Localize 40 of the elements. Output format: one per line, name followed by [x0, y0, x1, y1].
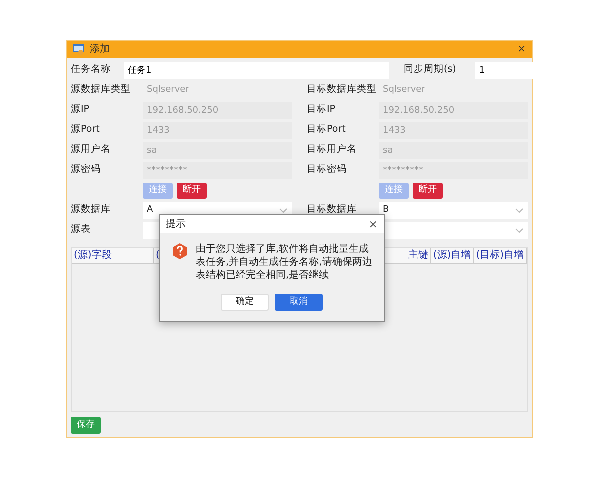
app-icon [73, 44, 84, 55]
dialog-title: 提示 [166, 218, 186, 232]
disconnect-button[interactable]: 断开 [177, 182, 207, 198]
field-label: 源用户名 [71, 143, 112, 158]
chevron-icon [279, 208, 288, 214]
disconnect-button[interactable]: 断开 [413, 182, 443, 198]
chevron-icon [515, 208, 524, 214]
field-value: Sqlserver [146, 84, 190, 97]
field-value: Sqlserver [382, 84, 426, 97]
field-label: 同步周期(s) [404, 63, 458, 78]
confirm-button[interactable]: 确定 [221, 294, 269, 311]
field-label: 源密码 [71, 163, 102, 178]
field-label: 目标数据库类型 [307, 83, 378, 98]
column-header: (目标)自增 [474, 248, 527, 263]
field-label: 目标Port [307, 123, 347, 138]
column-header: 主键 [406, 248, 432, 263]
field-label: 源表 [71, 223, 92, 238]
field-label: 任务名称 [71, 63, 109, 78]
field-label: 源IP [71, 103, 91, 118]
column-header: (源)字段 [72, 248, 154, 263]
window-title: 添加 [90, 42, 110, 57]
dropdown-field[interactable]: B [379, 202, 528, 219]
field-value: B [383, 204, 390, 217]
field-value: A [147, 204, 154, 217]
question-icon [172, 243, 188, 260]
close-button[interactable]: × [368, 218, 378, 230]
field-label: 目标密码 [307, 163, 348, 178]
field-label: 源Port [71, 123, 101, 138]
field-label: 目标IP [307, 103, 337, 118]
save-button[interactable]: 保存 [71, 417, 101, 434]
cancel-button[interactable]: 取消 [275, 294, 323, 311]
close-button[interactable]: × [518, 44, 526, 54]
field-label: 目标数据库 [307, 203, 358, 218]
dialog-message: 由于您只选择了库,软件将自动批量生成表任务,并自动生成任务名称,请确保两边表结构已经完全相同,是否继续 [196, 243, 374, 282]
field-label: 源数据库 [71, 203, 112, 218]
field-label: 源数据库类型 [71, 83, 132, 98]
input-field[interactable]: 任务1 [124, 62, 389, 79]
column-header: (源)自增 [431, 248, 474, 263]
chevron-icon [515, 228, 524, 234]
field-label: 目标用户名 [307, 143, 358, 158]
